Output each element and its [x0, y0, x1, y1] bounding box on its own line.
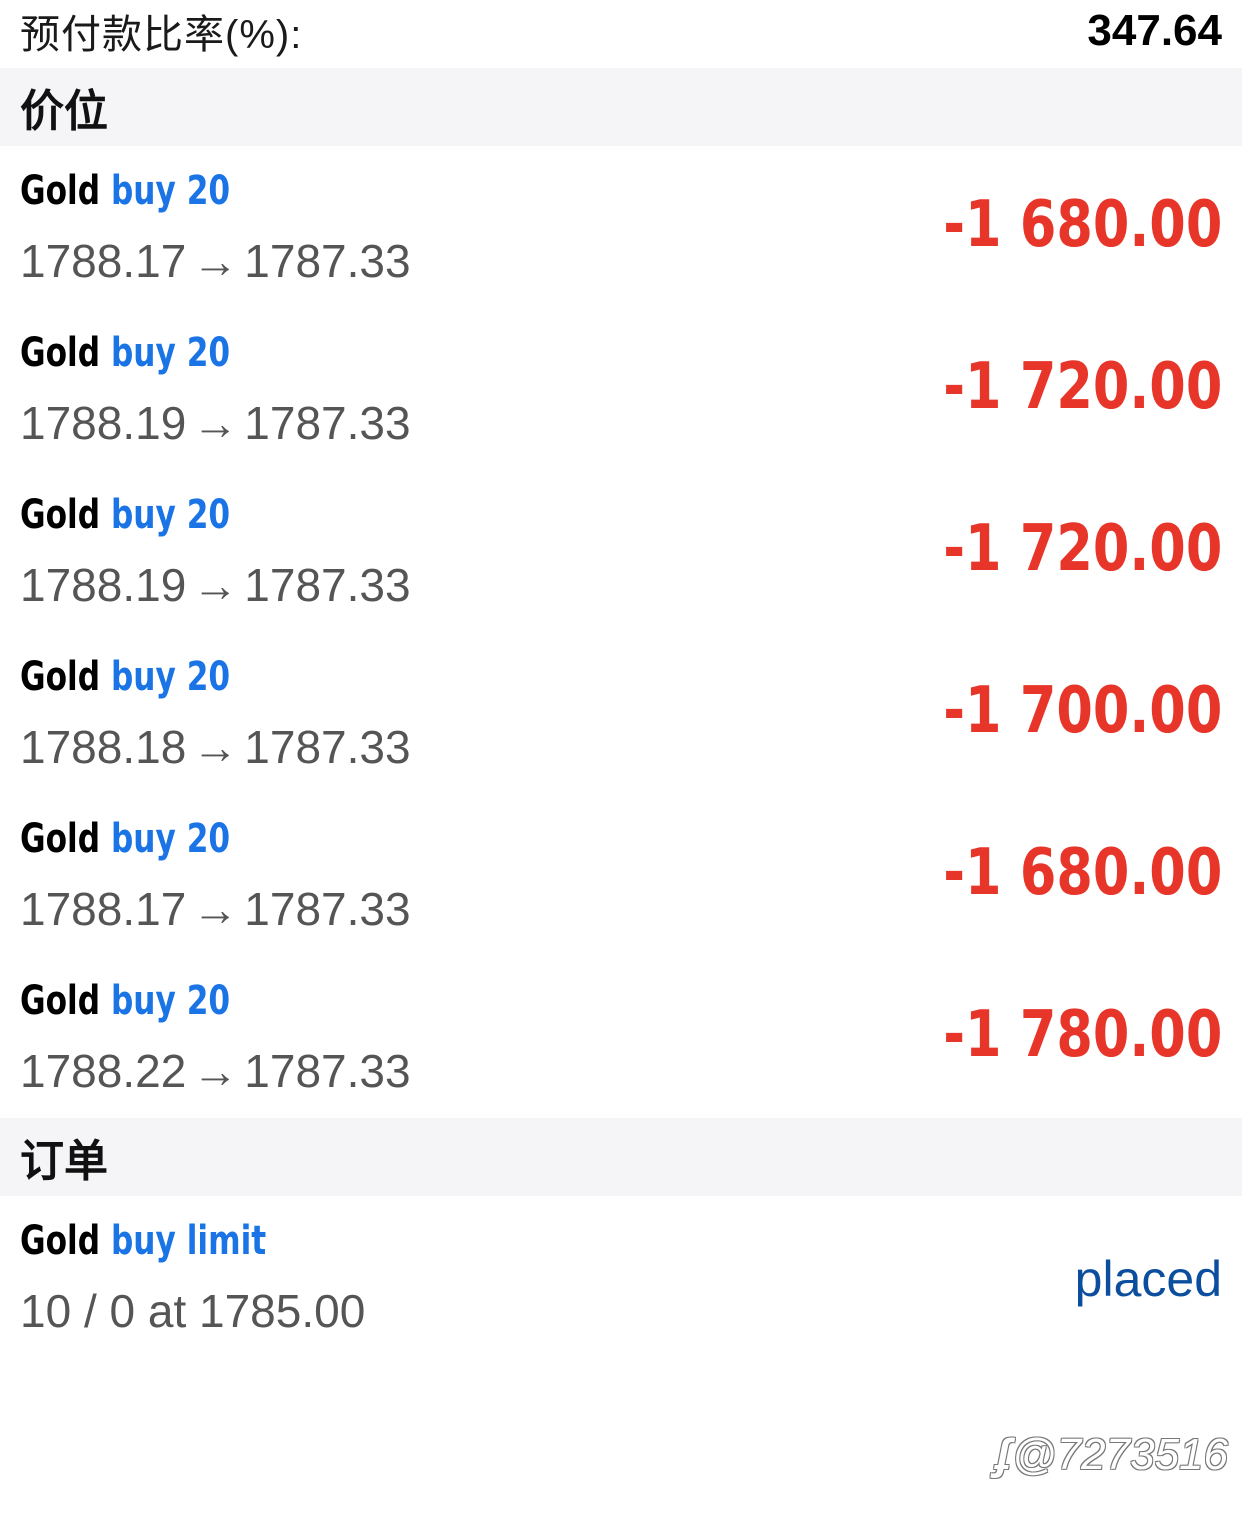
right-arrow-icon: →	[192, 721, 239, 773]
watermark-text: @7273516	[1012, 1430, 1228, 1479]
open-price: 1788.17	[20, 883, 187, 935]
margin-level-row: 预付款比率(%): 347.64	[0, 0, 1242, 68]
position-title: Gold buy 20	[20, 978, 230, 1024]
position-row[interactable]: Gold buy 20 1788.17 → 1787.33 -1 680.00	[0, 146, 1242, 308]
order-status: placed	[1074, 1251, 1222, 1307]
position-symbol: Gold	[20, 492, 101, 538]
position-row[interactable]: Gold buy 20 1788.17 → 1787.33 -1 680.00	[0, 794, 1242, 956]
orders-section-header: 订单	[0, 1118, 1242, 1196]
zhihu-logo-icon: ʄ	[995, 1430, 1011, 1479]
open-price: 1788.19	[20, 397, 187, 449]
right-arrow-icon: →	[192, 559, 239, 611]
position-side: buy 20	[110, 168, 231, 214]
position-symbol: Gold	[20, 978, 101, 1024]
position-row[interactable]: Gold buy 20 1788.19 → 1787.33 -1 720.00	[0, 470, 1242, 632]
order-symbol: Gold	[20, 1218, 101, 1264]
position-prices: 1788.19 → 1787.33	[20, 558, 411, 612]
watermark: ʄ@7273516	[996, 1430, 1228, 1480]
current-price: 1787.33	[244, 1045, 411, 1097]
position-symbol: Gold	[20, 330, 101, 376]
order-type: buy limit	[110, 1218, 267, 1264]
open-price: 1788.17	[20, 235, 187, 287]
position-side: buy 20	[110, 654, 231, 700]
open-price: 1788.19	[20, 559, 187, 611]
right-arrow-icon: →	[192, 397, 239, 449]
right-arrow-icon: →	[192, 1045, 239, 1097]
position-side: buy 20	[110, 492, 231, 538]
current-price: 1787.33	[244, 559, 411, 611]
right-arrow-icon: →	[192, 235, 239, 287]
position-profit: -1 780.00	[942, 998, 1222, 1072]
margin-level-value: 347.64	[1087, 6, 1222, 55]
position-symbol: Gold	[20, 168, 101, 214]
position-profit: -1 700.00	[942, 674, 1222, 748]
current-price: 1787.33	[244, 883, 411, 935]
position-prices: 1788.17 → 1787.33	[20, 234, 411, 288]
current-price: 1787.33	[244, 397, 411, 449]
current-price: 1787.33	[244, 235, 411, 287]
current-price: 1787.33	[244, 721, 411, 773]
margin-level-label: 预付款比率(%):	[20, 13, 303, 57]
position-row[interactable]: Gold buy 20 1788.22 → 1787.33 -1 780.00	[0, 956, 1242, 1118]
order-details: 10 / 0 at 1785.00	[20, 1285, 366, 1337]
order-row[interactable]: Gold buy limit 10 / 0 at 1785.00 placed	[0, 1196, 1242, 1356]
right-arrow-icon: →	[192, 883, 239, 935]
open-price: 1788.22	[20, 1045, 187, 1097]
position-prices: 1788.19 → 1787.33	[20, 396, 411, 450]
open-price: 1788.18	[20, 721, 187, 773]
position-symbol: Gold	[20, 654, 101, 700]
position-title: Gold buy 20	[20, 816, 230, 862]
position-title: Gold buy 20	[20, 492, 230, 538]
positions-section-header: 价位	[0, 68, 1242, 146]
position-title: Gold buy 20	[20, 654, 230, 700]
order-title: Gold buy limit	[20, 1218, 266, 1264]
position-title: Gold buy 20	[20, 330, 230, 376]
position-profit: -1 720.00	[942, 512, 1222, 586]
position-row[interactable]: Gold buy 20 1788.19 → 1787.33 -1 720.00	[0, 308, 1242, 470]
position-profit: -1 720.00	[942, 350, 1222, 424]
position-title: Gold buy 20	[20, 168, 230, 214]
position-side: buy 20	[110, 330, 231, 376]
position-prices: 1788.22 → 1787.33	[20, 1044, 411, 1098]
position-side: buy 20	[110, 816, 231, 862]
position-side: buy 20	[110, 978, 231, 1024]
position-prices: 1788.17 → 1787.33	[20, 882, 411, 936]
position-row[interactable]: Gold buy 20 1788.18 → 1787.33 -1 700.00	[0, 632, 1242, 794]
position-profit: -1 680.00	[942, 836, 1222, 910]
position-prices: 1788.18 → 1787.33	[20, 720, 411, 774]
positions-list: Gold buy 20 1788.17 → 1787.33 -1 680.00 Go…	[0, 146, 1242, 1118]
position-profit: -1 680.00	[942, 188, 1222, 262]
position-symbol: Gold	[20, 816, 101, 862]
